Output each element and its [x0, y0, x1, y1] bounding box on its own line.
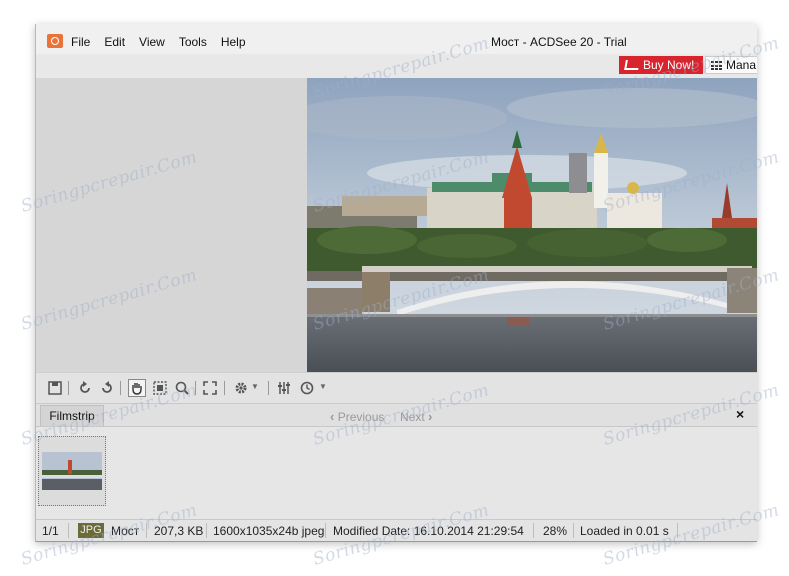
cart-icon [624, 60, 640, 70]
select-icon[interactable] [153, 381, 167, 395]
grid-icon [711, 61, 722, 70]
fullscreen-icon[interactable] [203, 381, 217, 395]
toolbar-divider [268, 381, 269, 395]
manage-label: Mana [726, 58, 757, 72]
menu-tools[interactable]: Tools [179, 35, 216, 49]
save-icon[interactable] [48, 381, 62, 395]
image-viewer[interactable] [36, 78, 757, 372]
status-divider [325, 523, 326, 538]
thumbnail-image [42, 452, 102, 490]
hand-pan-icon[interactable] [128, 379, 146, 397]
load-time: Loaded in 0.01 s [580, 524, 669, 538]
adjust-icon[interactable] [277, 381, 291, 395]
menu-file[interactable]: File [71, 35, 99, 49]
status-divider [573, 523, 574, 538]
toolbar-divider [68, 381, 69, 395]
next-label: Next [400, 410, 425, 424]
rotate-left-icon[interactable] [78, 381, 92, 395]
toolbar-divider [224, 381, 225, 395]
clock-dropdown-icon[interactable]: ▼ [319, 382, 327, 391]
filmstrip-header: Filmstrip ‹ Previous Next › × [36, 403, 757, 427]
image-position: 1/1 [42, 524, 59, 538]
zoom-level: 28% [543, 524, 568, 538]
settings-dropdown-icon[interactable]: ▼ [251, 382, 259, 391]
previous-label: Previous [337, 410, 385, 424]
menu-help[interactable]: Help [221, 35, 255, 49]
image-dimensions: 1600x1035x24b jpeg [213, 524, 325, 538]
status-divider [146, 523, 147, 538]
chevron-right-icon: › [428, 409, 433, 424]
menu-edit[interactable]: Edit [104, 35, 134, 49]
manage-mode-button[interactable]: Mana [705, 56, 757, 74]
toolbar-divider [195, 381, 196, 395]
previous-button[interactable]: ‹ Previous [330, 409, 384, 424]
rotate-right-icon[interactable] [100, 381, 114, 395]
app-window: File Edit View Tools Help Мост - ACDSee … [35, 24, 757, 542]
status-divider [68, 523, 69, 538]
file-name: Мост [111, 524, 140, 538]
viewer-toolbar: ▼ ▼ [36, 372, 757, 403]
format-badge: JPG [78, 523, 104, 538]
settings-icon[interactable] [234, 381, 248, 395]
buy-now-button[interactable]: Buy Now! [619, 56, 703, 74]
next-button[interactable]: Next › [400, 409, 432, 424]
status-bar: 1/1 JPG Мост 207,3 KB 1600x1035x24b jpeg… [36, 519, 757, 541]
filmstrip-panel [36, 426, 757, 519]
acdsee-logo-icon[interactable] [47, 34, 63, 48]
clock-icon[interactable] [300, 381, 314, 395]
zoom-icon[interactable] [175, 381, 189, 395]
modified-date: Modified Date: 16.10.2014 21:29:54 [333, 524, 524, 538]
title-bar: File Edit View Tools Help Мост - ACDSee … [36, 24, 757, 54]
buy-now-label: Buy Now! [643, 58, 695, 72]
chevron-left-icon: ‹ [330, 409, 335, 424]
menu-view[interactable]: View [139, 35, 174, 49]
status-divider [206, 523, 207, 538]
filmstrip-tab[interactable]: Filmstrip [40, 405, 104, 427]
kremlin-bridge-photo [307, 78, 757, 372]
window-title: Мост - ACDSee 20 - Trial [491, 35, 627, 49]
close-filmstrip-button[interactable]: × [736, 406, 744, 422]
file-size: 207,3 KB [154, 524, 204, 538]
status-divider [677, 523, 678, 538]
status-divider [533, 523, 534, 538]
toolbar-divider [120, 381, 121, 395]
filmstrip-thumbnail[interactable] [38, 436, 106, 506]
menu-bar: File Edit View Tools Help [71, 35, 260, 49]
